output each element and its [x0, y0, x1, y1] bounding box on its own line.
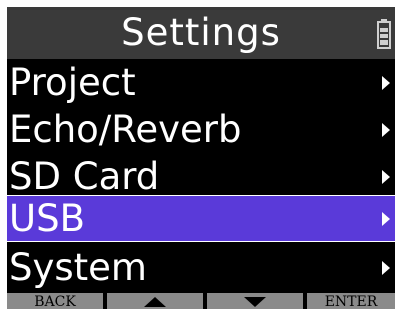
page-title: Settings	[121, 11, 281, 54]
device-screen: Settings Project Echo/Reverb SD Card USB…	[0, 0, 401, 309]
triangle-up-icon	[144, 297, 166, 307]
menu-item-label: System	[9, 246, 147, 289]
menu-item-project[interactable]: Project	[7, 59, 395, 106]
chevron-right-icon	[381, 74, 391, 92]
lcd-display: Settings Project Echo/Reverb SD Card USB…	[7, 7, 395, 309]
menu-item-label: SD Card	[9, 155, 160, 198]
enter-button[interactable]: ENTER	[307, 293, 395, 309]
title-bar: Settings	[7, 7, 395, 59]
menu-item-label: USB	[9, 197, 85, 240]
menu-item-usb[interactable]: USB	[7, 195, 395, 242]
chevron-right-icon	[381, 121, 391, 139]
chevron-right-icon	[381, 210, 391, 228]
menu-item-system[interactable]: System	[7, 244, 395, 291]
back-button[interactable]: BACK	[7, 293, 103, 309]
menu-item-label: Project	[9, 61, 136, 104]
menu-item-label: Echo/Reverb	[9, 108, 242, 151]
menu-item-sd-card[interactable]: SD Card	[7, 153, 395, 200]
triangle-down-icon	[244, 297, 266, 307]
chevron-right-icon	[381, 259, 391, 277]
function-key-bar: BACK ENTER	[7, 293, 395, 309]
chevron-right-icon	[381, 168, 391, 186]
menu-item-echo-reverb[interactable]: Echo/Reverb	[7, 106, 395, 153]
down-button[interactable]	[207, 293, 303, 309]
up-button[interactable]	[107, 293, 203, 309]
battery-icon	[377, 19, 391, 49]
